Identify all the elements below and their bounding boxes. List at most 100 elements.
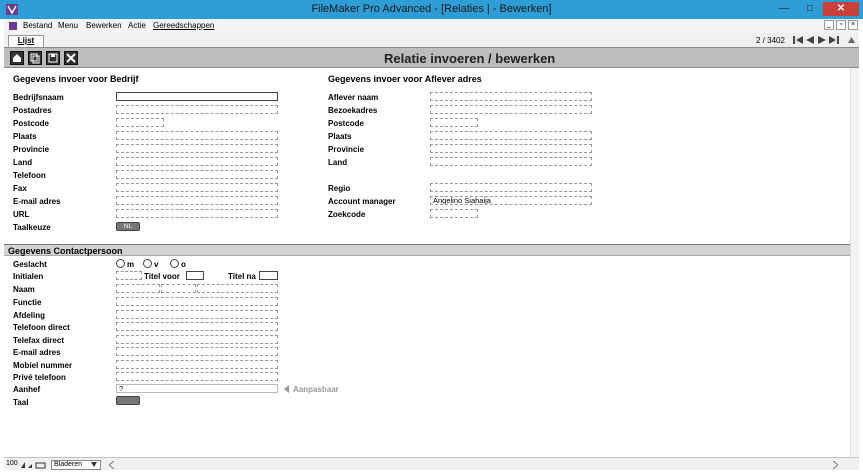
label-mobiel-nummer: Mobiel nummer xyxy=(13,361,73,370)
mdi-close-button[interactable]: × xyxy=(848,20,858,30)
status-bar: 100 Bladeren xyxy=(4,457,859,470)
land-field[interactable] xyxy=(116,157,278,166)
label-postcode: Postcode xyxy=(13,119,50,128)
tab-lijst[interactable]: Lijst xyxy=(8,35,44,47)
menu-bestand[interactable]: Bestand xyxy=(23,20,52,32)
label-land: Land xyxy=(13,158,33,167)
delete-button[interactable] xyxy=(64,51,78,65)
taal-button[interactable] xyxy=(116,396,140,405)
scroll-left-icon[interactable] xyxy=(109,461,115,469)
titel-na-field[interactable] xyxy=(259,271,278,280)
label-aflever-provincie: Provincie xyxy=(328,145,365,154)
menu-bewerken[interactable]: Bewerken xyxy=(86,20,122,32)
previous-record-icon[interactable] xyxy=(805,35,815,45)
bezoekadres-field[interactable] xyxy=(430,105,592,114)
label-bezoekadres: Bezoekadres xyxy=(328,106,378,115)
home-icon xyxy=(13,54,21,62)
gender-radio-o[interactable] xyxy=(170,259,179,268)
label-url: URL xyxy=(13,210,30,219)
maximize-button[interactable]: □ xyxy=(797,2,823,16)
label-zoekcode: Zoekcode xyxy=(328,210,366,219)
label-aflever-land: Land xyxy=(328,158,348,167)
taalkeuze-button[interactable]: NL xyxy=(116,222,140,231)
mdi-minimize-button[interactable]: _ xyxy=(824,20,834,30)
initialen-field[interactable] xyxy=(116,271,142,280)
label-titel-voor: Titel voor xyxy=(144,272,180,281)
telefax-direct-field[interactable] xyxy=(116,335,278,344)
label-contact-email: E-mail adres xyxy=(13,348,61,357)
postcode-field[interactable] xyxy=(116,118,164,127)
contact-email-field[interactable] xyxy=(116,347,278,356)
gender-radio-m[interactable] xyxy=(116,259,125,268)
page-title: Relatie invoeren / bewerken xyxy=(384,51,556,66)
first-record-icon[interactable] xyxy=(793,35,803,45)
voornaam-field[interactable] xyxy=(116,284,160,293)
label-initialen: Initialen xyxy=(13,272,44,281)
email-field[interactable] xyxy=(116,196,278,205)
record-counter: 2 / 3402 xyxy=(756,36,785,45)
aflever-naam-field[interactable] xyxy=(430,92,592,101)
gender-label-m: m xyxy=(127,260,135,269)
label-regio: Regio xyxy=(328,184,351,193)
aflever-provincie-field[interactable] xyxy=(430,144,592,153)
account-manager-field[interactable]: Angelino Siahaija xyxy=(430,196,592,205)
gender-label-o: o xyxy=(181,260,186,269)
window-title: FileMaker Pro Advanced - [Relaties | - B… xyxy=(311,3,552,15)
mdi-restore-button[interactable]: ▫ xyxy=(836,20,846,30)
postadres-field[interactable] xyxy=(116,105,278,114)
fax-field[interactable] xyxy=(116,183,278,192)
label-telefoon: Telefoon xyxy=(13,171,46,180)
document-icon[interactable] xyxy=(8,21,18,31)
label-email-adres: E-mail adres xyxy=(13,197,61,206)
home-button[interactable] xyxy=(10,51,24,65)
save-button[interactable] xyxy=(46,51,60,65)
next-record-icon[interactable] xyxy=(817,35,827,45)
aflever-postcode-field[interactable] xyxy=(430,118,478,127)
label-plaats: Plaats xyxy=(13,132,37,141)
zoom-level[interactable]: 100 xyxy=(6,460,18,467)
aflever-land-field[interactable] xyxy=(430,157,592,166)
plaats-field[interactable] xyxy=(116,131,278,140)
label-bedrijfsnaam: Bedrijfsnaam xyxy=(13,93,64,102)
url-field[interactable] xyxy=(116,209,278,218)
filemaker-app-icon[interactable] xyxy=(5,3,19,16)
bedrijfsnaam-field[interactable] xyxy=(116,92,278,101)
functie-field[interactable] xyxy=(116,297,278,306)
vertical-scrollbar[interactable] xyxy=(850,68,859,457)
label-afdeling: Afdeling xyxy=(13,311,45,320)
regio-field[interactable] xyxy=(430,183,592,192)
telefoon-field[interactable] xyxy=(116,170,278,179)
label-telefoon-direct: Telefoon direct xyxy=(13,323,70,332)
zoekcode-field[interactable] xyxy=(430,209,478,218)
label-prive-telefoon: Privé telefoon xyxy=(13,373,66,382)
menu-actie[interactable]: Actie xyxy=(128,20,146,32)
scroll-up-icon[interactable] xyxy=(848,36,855,44)
aanpasbaar-label[interactable]: Aanpasbaar xyxy=(293,385,339,394)
achternaam-field[interactable] xyxy=(197,284,278,293)
aflever-plaats-field[interactable] xyxy=(430,131,592,140)
label-fax: Fax xyxy=(13,184,27,193)
aanhef-field[interactable]: ? xyxy=(116,384,278,393)
duplicate-button[interactable] xyxy=(28,51,42,65)
tussenvoegsel-field[interactable] xyxy=(161,284,196,293)
label-aflever-naam: Aflever naam xyxy=(328,93,379,102)
minimize-button[interactable]: — xyxy=(771,2,797,16)
duplicate-icon xyxy=(30,53,40,64)
menu-menu[interactable]: Menu xyxy=(58,20,78,32)
menu-gereedschappen[interactable]: Gereedschappen xyxy=(153,20,214,32)
zoom-controls-icon[interactable] xyxy=(20,460,46,469)
afdeling-field[interactable] xyxy=(116,310,278,319)
mobiel-nummer-field[interactable] xyxy=(116,360,278,369)
titel-voor-field[interactable] xyxy=(186,271,204,280)
aflever-section-title: Gegevens invoer voor Aflever adres xyxy=(328,74,482,84)
telefoon-direct-field[interactable] xyxy=(116,322,278,331)
contact-section-header: Gegevens Contactpersoon xyxy=(4,244,859,256)
chevron-down-icon[interactable] xyxy=(91,462,97,467)
contact-section-title: Gegevens Contactpersoon xyxy=(8,246,123,256)
prive-telefoon-field[interactable] xyxy=(116,372,278,381)
gender-radio-v[interactable] xyxy=(143,259,152,268)
scroll-right-icon[interactable] xyxy=(832,461,838,469)
last-record-icon[interactable] xyxy=(829,35,839,45)
close-button[interactable]: ✕ xyxy=(823,2,859,16)
provincie-field[interactable] xyxy=(116,144,278,153)
